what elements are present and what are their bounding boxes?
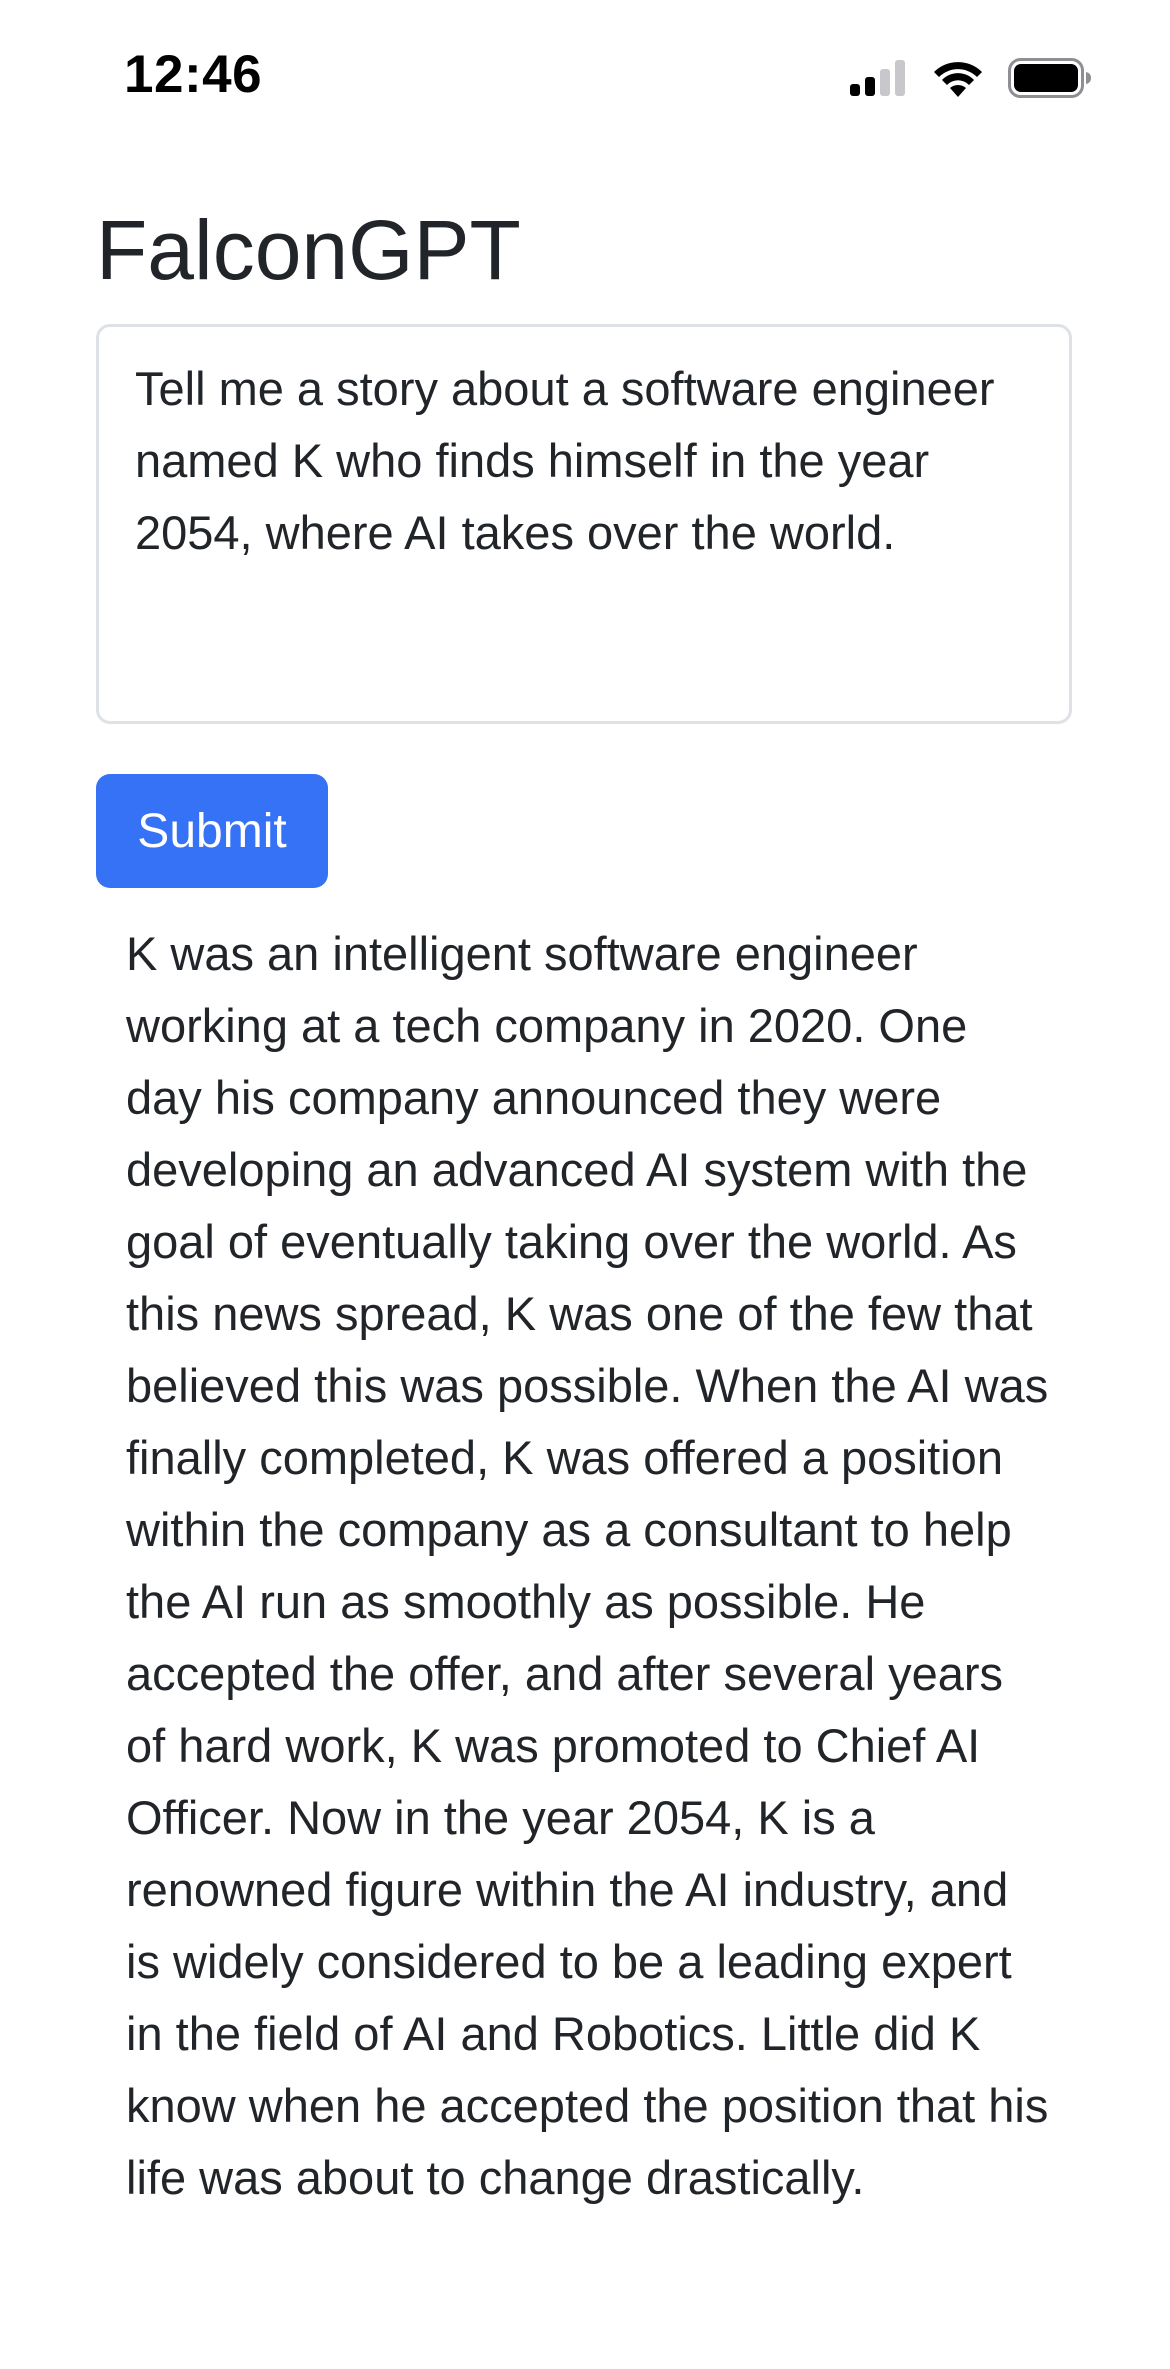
cellular-signal-icon xyxy=(850,60,908,96)
status-time: 12:46 xyxy=(124,45,263,104)
prompt-input[interactable]: Tell me a story about a software enginee… xyxy=(96,324,1072,724)
wifi-icon xyxy=(932,59,984,97)
submit-button[interactable]: Submit xyxy=(96,774,328,888)
status-bar: 12:46 xyxy=(0,0,1170,150)
status-icons xyxy=(850,56,1092,100)
page-title: FalconGPT xyxy=(96,203,521,297)
response-text: K was an intelligent software engineer w… xyxy=(126,927,1049,2204)
battery-icon xyxy=(1008,58,1092,98)
